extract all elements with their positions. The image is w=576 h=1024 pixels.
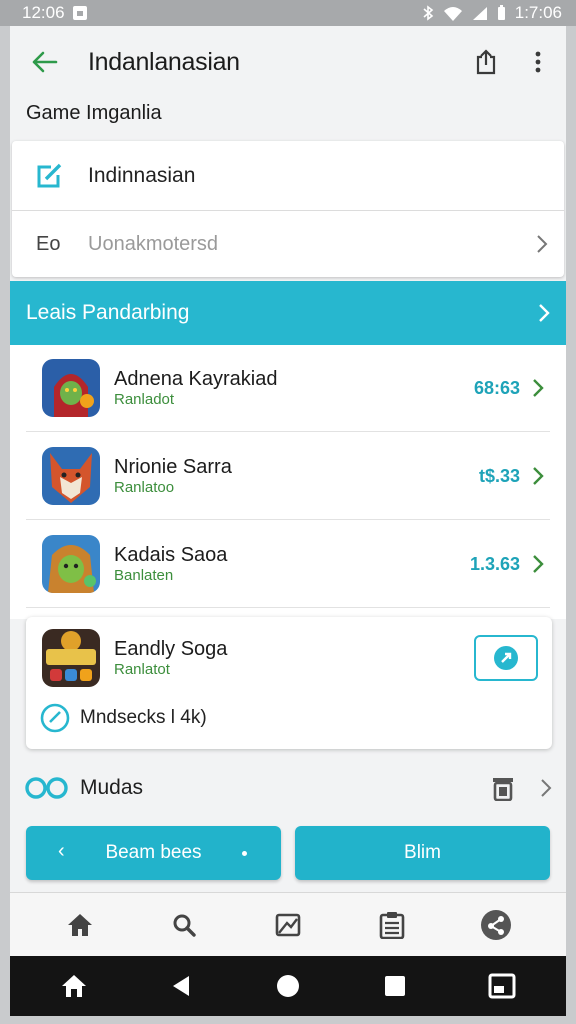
status-clock: 1:7:06 (514, 3, 562, 22)
game-icon (42, 447, 100, 505)
app-header: Indanlanasian (10, 26, 566, 98)
chevron-right-icon (537, 235, 548, 253)
sys-back-button[interactable] (159, 964, 203, 1008)
bottom-nav (10, 892, 566, 956)
back-button[interactable] (28, 46, 60, 78)
chat-bubble-icon (494, 646, 518, 670)
sys-home-circle-button[interactable] (266, 964, 310, 1008)
profile-row[interactable]: Indinnasian (12, 141, 564, 211)
dot-icon (242, 851, 247, 856)
mods-row[interactable]: Mudas (24, 768, 552, 808)
system-nav-bar (10, 956, 566, 1016)
game-icon (42, 535, 100, 593)
primary-left-button[interactable]: ‹ Beam bees (26, 826, 281, 880)
status-bar: 12:06 1:7:06 (0, 0, 576, 26)
screenshot-icon (488, 973, 516, 999)
arrow-left-icon (32, 51, 58, 73)
list-item[interactable]: Adnena Kayrakiad Ranladot 68:63 (26, 345, 550, 432)
chevron-right-icon (533, 555, 544, 573)
banner-label: Leais Pandarbing (26, 301, 190, 324)
more-button[interactable] (524, 46, 552, 78)
chevron-right-icon (533, 379, 544, 397)
nav-clipboard[interactable] (370, 903, 414, 947)
battery-icon (497, 5, 505, 20)
sys-screenshot-button[interactable] (480, 964, 524, 1008)
right-button-label: Blim (404, 842, 441, 863)
profile-card: Indinnasian Eo Uonakmotersd (12, 141, 564, 277)
section-subtitle: Game Imganlia (26, 102, 162, 124)
featured-sub-label: Mndsecks l 4k) (80, 707, 207, 728)
signal-icon (472, 6, 487, 20)
nav-share[interactable] (474, 903, 518, 947)
game-name: Adnena Kayrakiad (114, 368, 278, 390)
game-status: Ranlatoo (114, 479, 175, 496)
list-item[interactable]: Kadais Saoa Banlaten 1.3.63 (26, 521, 550, 608)
prefix-value: Uonakmotersd (88, 232, 219, 255)
featured-sub-row[interactable]: Mndsecks l 4k) (40, 703, 207, 733)
more-vert-icon (535, 51, 541, 73)
status-time: 12:06 (22, 3, 65, 22)
image-icon (275, 913, 301, 936)
section-banner[interactable]: Leais Pandarbing (10, 281, 566, 345)
nav-home[interactable] (58, 903, 102, 947)
share-network-icon (481, 909, 511, 940)
prefix-label: Eo (36, 232, 61, 255)
game-name: Nrionie Sarra (114, 456, 232, 478)
page-title: Indanlanasian (88, 47, 240, 76)
wifi-icon (443, 6, 462, 21)
clipboard-icon (379, 911, 405, 939)
game-price: 68:63 (473, 377, 520, 398)
square-recents-icon (385, 976, 406, 996)
nav-search[interactable] (162, 903, 206, 947)
game-name: Eandly Soga (114, 638, 228, 660)
triangle-back-icon (172, 976, 189, 996)
check-circle-icon (40, 703, 70, 733)
home-icon (68, 913, 92, 936)
mods-label: Mudas (80, 776, 144, 799)
circle-home-icon (276, 975, 299, 997)
sys-recents-button[interactable] (373, 964, 417, 1008)
app-window: Indanlanasian Game Imganlia Indinnasian … (10, 26, 566, 956)
game-price: 1.3.63 (469, 553, 520, 574)
profile-label: Indinnasian (88, 163, 196, 187)
notification-icon (72, 6, 87, 20)
featured-item[interactable]: Eandly Soga Ranlatot (26, 617, 552, 687)
prefix-row[interactable]: Eo Uonakmotersd (12, 211, 564, 277)
chevron-left-icon: ‹ (58, 840, 65, 862)
bluetooth-icon (423, 5, 434, 21)
featured-card: Eandly Soga Ranlatot Mndsecks l 4k) (26, 617, 552, 749)
game-price: t$.33 (478, 465, 520, 486)
chevron-right-icon (533, 467, 544, 485)
nav-image[interactable] (266, 903, 310, 947)
game-icon (42, 629, 100, 687)
delete-icon[interactable] (492, 775, 514, 801)
left-button-label: Beam bees (105, 842, 202, 863)
game-icon (42, 359, 100, 417)
sys-home-button[interactable] (52, 964, 96, 1008)
chevron-right-icon (541, 779, 552, 797)
game-name: Kadais Saoa (114, 544, 228, 566)
list-item[interactable]: Nrionie Sarra Ranlatoo t$.33 (26, 433, 550, 520)
share-button[interactable] (472, 46, 500, 78)
search-icon (173, 914, 196, 937)
game-status: Ranlatot (114, 661, 170, 678)
share-icon (476, 49, 496, 75)
edit-icon (37, 163, 62, 187)
chevron-right-icon (539, 304, 550, 322)
primary-right-button[interactable]: Blim (295, 826, 550, 880)
featured-action-button[interactable] (474, 635, 538, 681)
home-icon (61, 975, 86, 997)
game-status: Banlaten (114, 567, 174, 584)
game-list: Adnena Kayrakiad Ranladot 68:63 Nrionie … (10, 345, 566, 619)
link-icon (25, 777, 68, 799)
game-status: Ranladot (114, 391, 175, 408)
